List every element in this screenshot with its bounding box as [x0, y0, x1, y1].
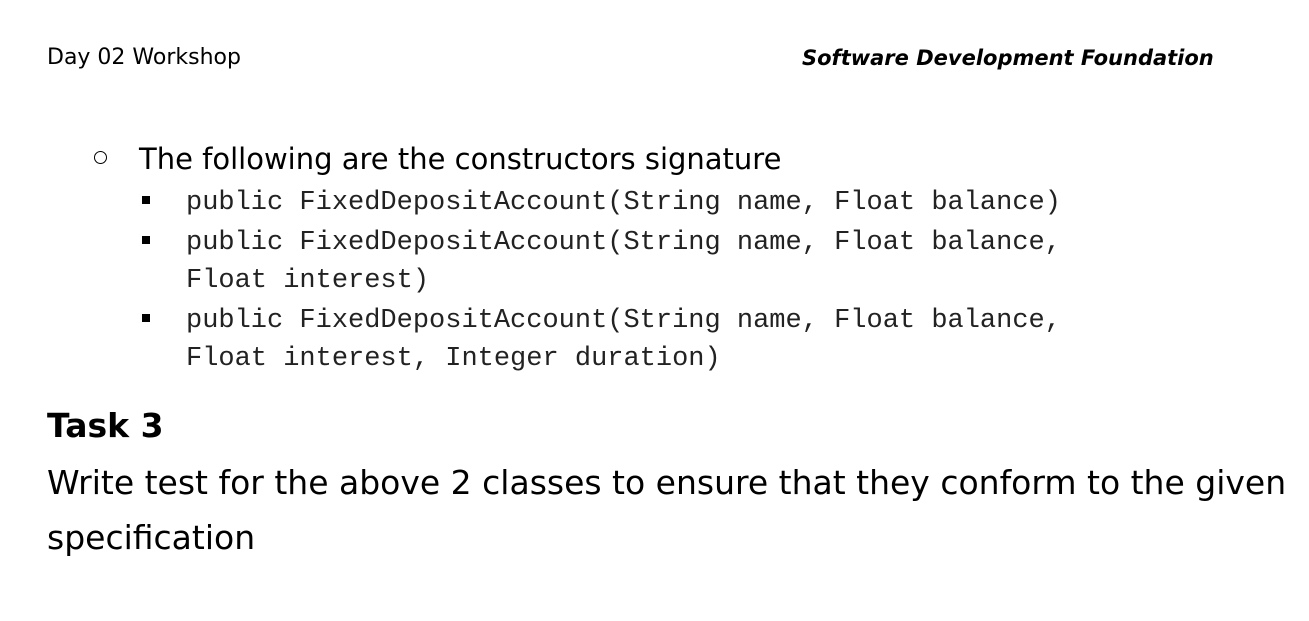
square-bullet-icon — [142, 314, 150, 322]
square-bullet-icon — [142, 196, 150, 204]
circle-bullet-icon — [94, 151, 107, 164]
header-workshop-title: Day 02 Workshop — [47, 45, 241, 70]
constructor-signature-3: public FixedDepositAccount(String name, … — [186, 306, 1061, 374]
square-bullet-icon — [142, 236, 150, 244]
header-course-title: Software Development Foundation — [802, 46, 1214, 70]
task-heading: Task 3 — [47, 406, 164, 445]
task-description: Write test for the above 2 classes to en… — [47, 463, 1287, 557]
constructor-signature-2: public FixedDepositAccount(String name, … — [186, 228, 1061, 296]
constructors-intro: The following are the constructors signa… — [139, 142, 782, 176]
constructor-signature-1: public FixedDepositAccount(String name, … — [186, 188, 1061, 218]
